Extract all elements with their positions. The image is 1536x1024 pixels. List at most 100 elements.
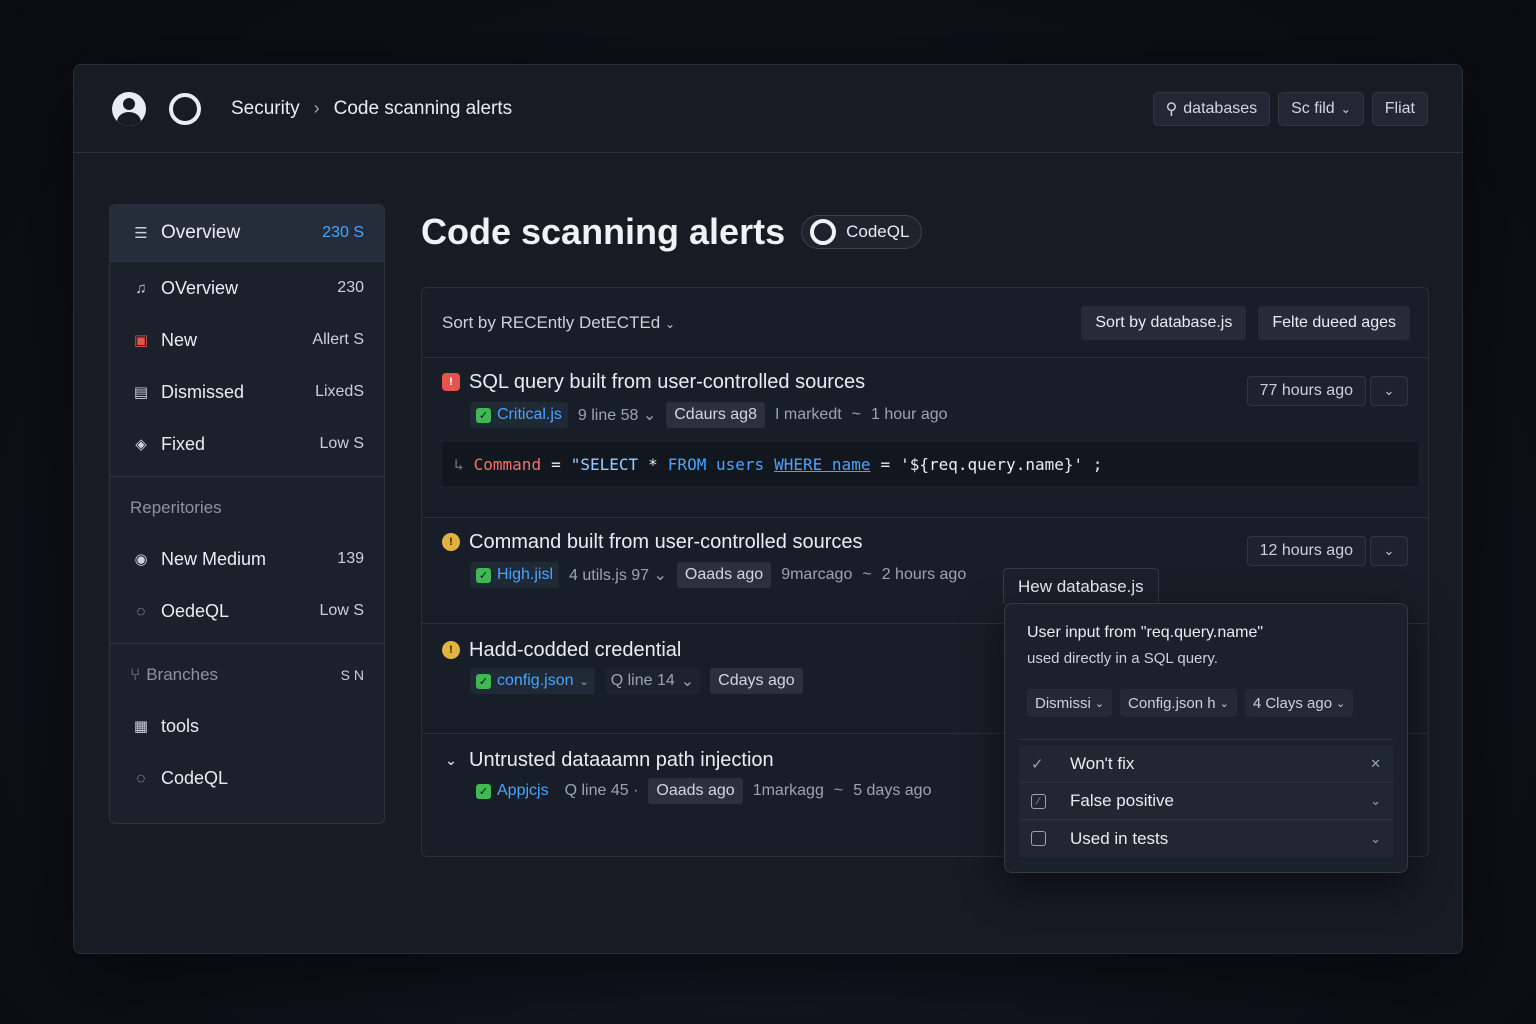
sidebar-item-new-medium[interactable]: ◉ New Medium 139: [110, 533, 384, 585]
sidebar-divider: [110, 643, 384, 644]
sidebar-item-new[interactable]: ▣ New Allert S: [110, 314, 384, 366]
sidebar-item-dismissed[interactable]: ▤ Dismissed LixedS: [110, 366, 384, 418]
file-chip[interactable]: ✓ High.jisl: [470, 562, 560, 588]
file-chip[interactable]: Config.json h ⌄: [1120, 689, 1237, 717]
close-icon[interactable]: ✕: [1370, 756, 1381, 772]
alert-title[interactable]: SQL query built from user-controlled sou…: [469, 371, 865, 394]
chevron-down-icon: ⌄: [1340, 101, 1351, 116]
check-icon: ✓: [476, 567, 491, 583]
line-ref[interactable]: 9 line 58 ⌄: [578, 405, 656, 425]
sidebar: ☰ Overview 230 S ♫ OVerview 230 ▣ New Al…: [109, 204, 385, 824]
alert-icon: ▣: [133, 332, 149, 349]
codeql-logo-icon: [810, 219, 837, 245]
alert-title[interactable]: Command built from user-controlled sourc…: [469, 531, 863, 554]
sidebar-count: Low S: [319, 602, 364, 619]
line-ref[interactable]: Q line 14 ⌄: [604, 668, 701, 694]
sidebar-item-oedeql[interactable]: ◌ OedeQL Low S: [110, 585, 384, 637]
sidebar-item-overview[interactable]: ♫ OVerview 230: [110, 262, 384, 314]
chevron-down-icon: ⌄: [1370, 793, 1381, 808]
option-used-in-tests[interactable]: Used in tests ⌄: [1019, 820, 1393, 857]
alert-time: 77 hours ago: [1246, 376, 1366, 406]
file-chip[interactable]: ✓ config.json ⌄: [470, 668, 595, 694]
bell-icon: ♫: [135, 279, 147, 297]
alert-title[interactable]: Untrusted dataaamn path injection: [469, 749, 774, 772]
breadcrumb-security[interactable]: Security: [231, 98, 300, 120]
diff-icon: ↳: [454, 454, 464, 474]
sc-field-dropdown[interactable]: Sc fild ⌄: [1278, 91, 1364, 126]
code-snippet: ↳ Command = "SELECT * FROM users WHERE n…: [442, 442, 1418, 486]
sort-by-database-button[interactable]: Sort by database.js: [1081, 305, 1247, 340]
marked-text: I markedt: [774, 406, 842, 423]
age-chip[interactable]: 4 Clays ago ⌄: [1244, 689, 1354, 717]
sidebar-heading-branches: ⑂ Branches S N: [130, 665, 364, 684]
expand-chevron-icon[interactable]: ⌄: [1370, 536, 1408, 566]
alert-time: 12 hours ago: [1246, 536, 1366, 566]
marked-text: 1markagg: [752, 782, 824, 799]
branch-icon: ⑂: [130, 665, 141, 684]
sidebar-count: Low S: [319, 435, 364, 452]
file-chip[interactable]: ✓ Critical.js: [470, 402, 568, 428]
codeql-badge[interactable]: CodeQL: [801, 215, 923, 249]
chevron-down-icon: ⌄: [1219, 697, 1229, 710]
databases-button[interactable]: ⚲ databases: [1152, 91, 1271, 126]
sidebar-item-overview-active[interactable]: ☰ Overview 230 S: [110, 205, 384, 262]
marked-text: 9marcago: [781, 566, 853, 583]
file-link[interactable]: Critical.js: [497, 406, 562, 424]
dismiss-popover: User input from "req.query.name" used di…: [1004, 603, 1408, 873]
dismiss-options: ✓ Won't fix ✕ ∕ False positive ⌄ Used in…: [1019, 739, 1393, 857]
top-bar: Security › Code scanning alerts ⚲ databa…: [74, 65, 1462, 153]
top-actions: ⚲ databases Sc fild ⌄ Fliat: [1152, 91, 1428, 126]
repo-icon: ◉: [134, 551, 148, 568]
sidebar-item-tools[interactable]: ▦ tools: [110, 700, 384, 752]
chevron-down-icon: ⌄: [1370, 830, 1381, 846]
check-icon: ✓: [476, 673, 491, 689]
sidebar-count: LixedS: [315, 383, 364, 400]
overview-icon: ☰: [134, 225, 148, 242]
alert-title[interactable]: Hadd-codded credential: [469, 639, 681, 662]
filter-button[interactable]: Fliat: [1371, 91, 1428, 126]
circle-icon: ◌: [136, 602, 146, 620]
ago-text: 1 hour ago: [871, 406, 948, 423]
filter-ages-button[interactable]: Felte dueed ages: [1258, 305, 1410, 340]
breadcrumb-chevron-icon: ›: [313, 98, 320, 118]
circle-icon: ◌: [136, 769, 146, 787]
sidebar-divider: [110, 476, 384, 477]
sidebar-count: 230 S: [322, 224, 364, 241]
collapse-chevron-icon[interactable]: ⌄: [442, 751, 460, 769]
sidebar-count: 230: [337, 279, 364, 296]
check-icon: ✓: [476, 783, 491, 799]
line-ref[interactable]: Q line 45 ·: [565, 782, 639, 800]
tools-icon: ▦: [133, 718, 149, 735]
dismiss-chip[interactable]: Dismissi ⌄: [1027, 689, 1113, 717]
breadcrumb-current: Code scanning alerts: [333, 97, 513, 119]
age-chip: Oaads ago: [676, 562, 772, 588]
alert-row[interactable]: ! SQL query built from user-controlled s…: [422, 358, 1428, 518]
sidebar-count: 139: [337, 550, 364, 567]
checkbox-icon: [1031, 831, 1046, 846]
expand-chevron-icon[interactable]: ⌄: [1370, 376, 1408, 406]
line-ref[interactable]: 4 utils.js 97 ⌄: [569, 565, 667, 585]
option-false-positive[interactable]: ∕ False positive ⌄: [1019, 783, 1393, 820]
github-logo-icon[interactable]: [169, 92, 201, 125]
search-icon: ⚲: [1165, 100, 1178, 118]
age-chip: Oaads ago: [648, 778, 743, 804]
file-link[interactable]: High.jisl: [497, 566, 553, 584]
file-chip[interactable]: ✓ Appjcjs: [470, 778, 555, 804]
ago-text: 2 hours ago: [881, 566, 967, 583]
warning-severity-icon: !: [442, 641, 460, 659]
file-link[interactable]: config.json: [497, 672, 574, 690]
popover-text: User input from "req.query.name": [1027, 624, 1264, 641]
age-chip: Cdaurs ag8: [666, 402, 765, 428]
critical-severity-icon: !: [442, 373, 460, 391]
sort-dropdown[interactable]: Sort by RECEntly DetECTEd ⌄: [442, 313, 675, 333]
file-link[interactable]: Appjcjs: [497, 782, 549, 800]
sidebar-item-codeql[interactable]: ◌ CodeQL: [110, 752, 384, 804]
sidebar-item-fixed[interactable]: ◈ Fixed Low S: [110, 418, 384, 470]
age-chip: Cdays ago: [710, 668, 803, 694]
check-icon: ✓: [476, 407, 491, 423]
page-title: Code scanning alerts: [421, 211, 786, 252]
option-wont-fix[interactable]: ✓ Won't fix ✕: [1019, 746, 1393, 783]
shield-check-icon: ◈: [135, 436, 147, 453]
avatar[interactable]: [112, 91, 146, 126]
popover-tab[interactable]: Hew database.js: [1003, 568, 1159, 604]
